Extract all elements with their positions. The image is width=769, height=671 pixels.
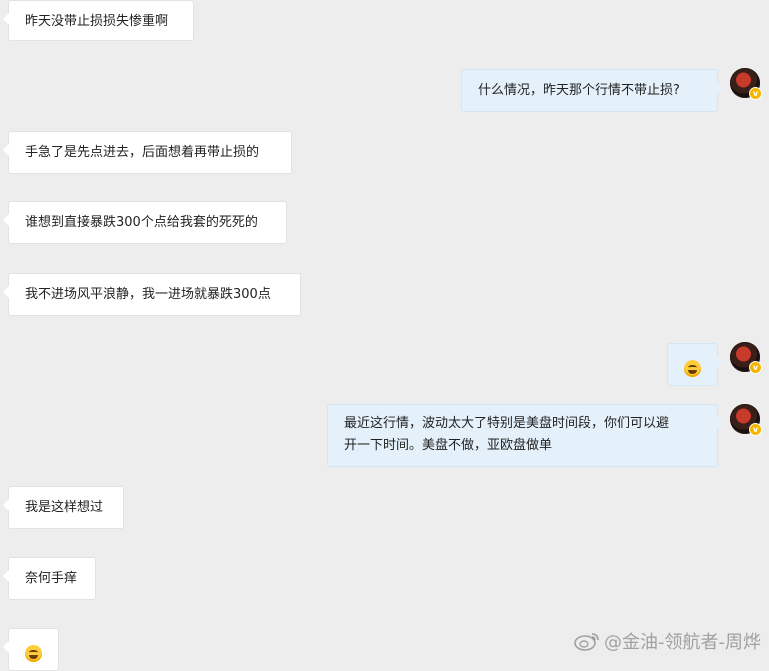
message-bubble-left[interactable]: 手急了是先点进去，后面想着再带止损的: [3, 131, 292, 174]
message-text: 昨天没带止损损失惨重啊: [25, 14, 169, 29]
message-bubble-right[interactable]: [667, 343, 723, 386]
message-bubble-left[interactable]: 我不进场风平浪静，我一进场就暴跌300点: [3, 273, 301, 316]
user-avatar[interactable]: v: [730, 68, 762, 100]
message-text: 我是这样想过: [25, 500, 104, 515]
message-text: 手急了是先点进去，后面想着再带止损的: [25, 145, 260, 160]
user-avatar[interactable]: v: [730, 404, 762, 436]
message-bubble-left[interactable]: [3, 628, 59, 671]
watermark-text: @金油-领航者-周烨: [604, 632, 761, 653]
message-bubble-left[interactable]: 我是这样想过: [3, 486, 124, 529]
verified-badge-icon: v: [749, 361, 762, 374]
message-bubble-left[interactable]: 奈何手痒: [3, 557, 96, 600]
message-text: 谁想到直接暴跌300个点给我套的死死的: [25, 215, 258, 230]
watermark: @金油-领航者-周烨: [574, 628, 761, 654]
weibo-icon: [574, 631, 600, 651]
laugh-cry-emoji-icon: [684, 360, 701, 377]
message-text: 什么情况，昨天那个行情不带止损?: [478, 83, 680, 98]
chat-window: 昨天没带止损损失惨重啊 什么情况，昨天那个行情不带止损? v 手急了是先点进去，…: [0, 0, 769, 671]
verified-badge-icon: v: [749, 423, 762, 436]
verified-badge-icon: v: [749, 87, 762, 100]
message-bubble-left[interactable]: 谁想到直接暴跌300个点给我套的死死的: [3, 201, 287, 244]
message-bubble-left[interactable]: 昨天没带止损损失惨重啊: [3, 0, 194, 41]
message-bubble-right[interactable]: 最近这行情，波动太大了特别是美盘时间段，你们可以避 开一下时间。美盘不做，亚欧盘…: [327, 404, 723, 467]
message-text: 我不进场风平浪静，我一进场就暴跌300点: [25, 287, 271, 302]
message-text: 奈何手痒: [25, 571, 78, 586]
user-avatar[interactable]: v: [730, 342, 762, 374]
laugh-cry-emoji-icon: [25, 645, 42, 662]
message-text-line: 开一下时间。美盘不做，亚欧盘做单: [344, 438, 553, 453]
message-text-line: 最近这行情，波动太大了特别是美盘时间段，你们可以避: [344, 416, 670, 431]
message-bubble-right[interactable]: 什么情况，昨天那个行情不带止损?: [461, 69, 723, 112]
